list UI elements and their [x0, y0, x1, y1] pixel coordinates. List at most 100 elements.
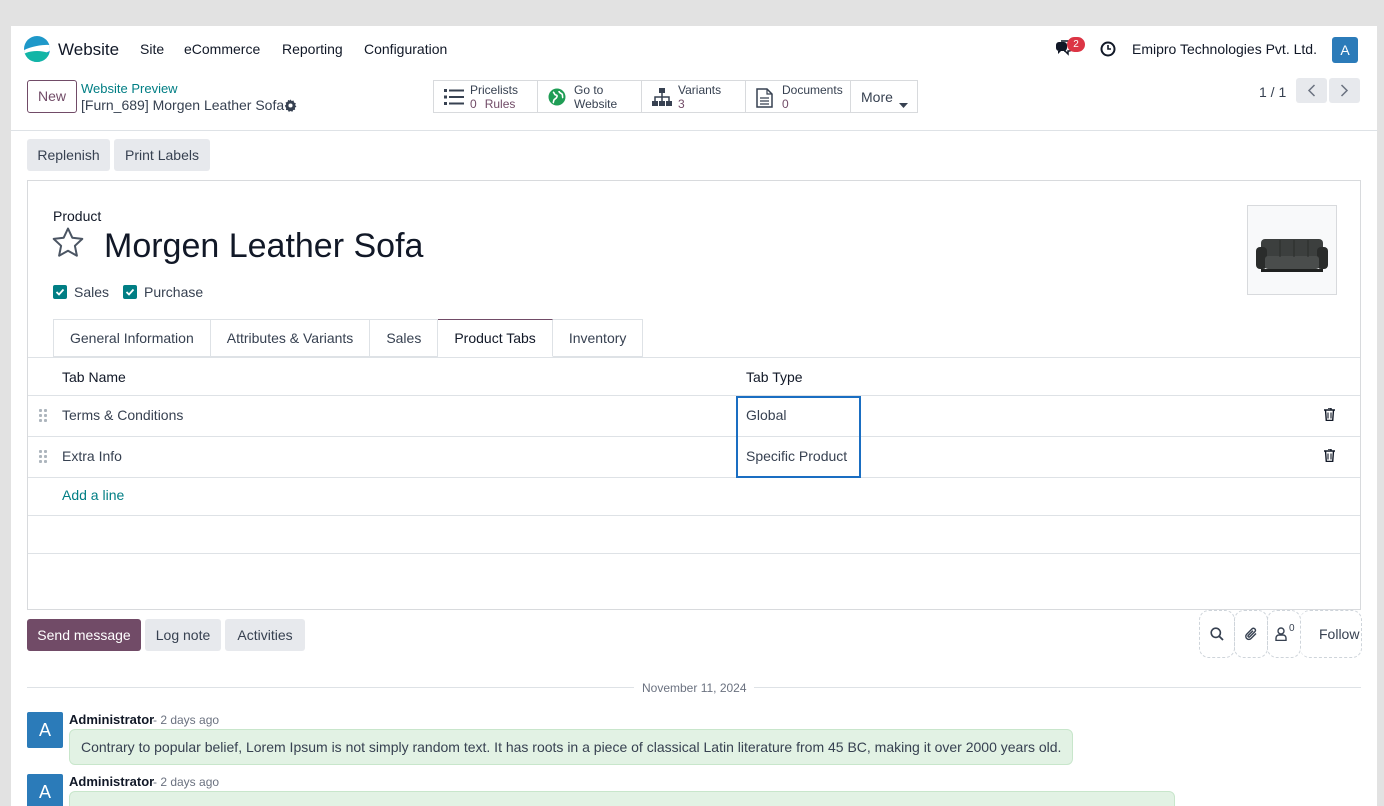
tab-name-cell[interactable]: Extra Info [62, 448, 122, 464]
paperclip-icon [1245, 627, 1257, 641]
variants-count: 3 [678, 97, 685, 111]
sales-checkbox-label[interactable]: Sales [74, 284, 109, 300]
favorite-star-icon[interactable] [52, 227, 84, 260]
send-message-button[interactable]: Send message [27, 619, 141, 651]
trash-icon[interactable] [1324, 407, 1335, 424]
pricelists-value: 0 Rules [470, 97, 515, 111]
drag-handle-icon[interactable] [39, 450, 49, 464]
user-icon [1275, 627, 1287, 641]
chevron-left-icon [1307, 84, 1316, 97]
log-note-button[interactable]: Log note [145, 619, 221, 651]
smart-buttons: Pricelists 0 Rules Go to Website Variants… [433, 80, 918, 113]
documents-label: Documents [782, 83, 843, 97]
product-image[interactable] [1247, 205, 1337, 295]
chevron-right-icon [1340, 84, 1349, 97]
column-header-tab-type[interactable]: Tab Type [746, 369, 803, 385]
search-messages-button[interactable] [1199, 610, 1235, 658]
more-button[interactable]: More [851, 81, 917, 112]
variants-button[interactable]: Variants 3 [642, 81, 746, 112]
message-bubble: Contrary to popular belief, Lorem Ipsum … [69, 729, 1074, 765]
table-header: Tab Name Tab Type [28, 358, 1360, 396]
gear-icon[interactable] [284, 99, 297, 115]
empty-row [28, 516, 1360, 554]
product-title[interactable]: Morgen Leather Sofa [104, 227, 423, 266]
go-to-website-button[interactable]: Go to Website [538, 81, 642, 112]
user-avatar[interactable]: A [1332, 37, 1358, 63]
control-panel: New Website Preview [Furn_689] Morgen Le… [11, 72, 1377, 131]
breadcrumb-record-name: [Furn_689] Morgen Leather Sofa [81, 97, 285, 113]
pricelists-button[interactable]: Pricelists 0 Rules [434, 81, 538, 112]
go-to-label: Go to [574, 83, 604, 97]
form-tabs: General Information Attributes & Variant… [53, 319, 644, 357]
pager-next-button[interactable] [1329, 78, 1360, 103]
message-bubble [69, 791, 1175, 806]
company-switcher[interactable]: Emipro Technologies Pvt. Ltd. [1132, 41, 1317, 57]
variants-label: Variants [678, 83, 722, 97]
column-header-tab-name[interactable]: Tab Name [62, 369, 126, 385]
menu-ecommerce[interactable]: eCommerce [184, 41, 260, 57]
document-icon [756, 88, 774, 111]
table-row[interactable]: Extra Info Specific Product [28, 437, 1360, 478]
attachments-button[interactable] [1234, 610, 1268, 658]
tab-sales[interactable]: Sales [370, 319, 439, 357]
search-icon [1210, 627, 1224, 641]
purchase-checkbox-label[interactable]: Purchase [144, 284, 203, 300]
menu-configuration[interactable]: Configuration [364, 41, 447, 57]
message-avatar[interactable]: A [27, 774, 63, 806]
add-a-line-link[interactable]: Add a line [62, 487, 124, 503]
message-author[interactable]: Administrator [69, 774, 154, 789]
website-logo-icon[interactable] [24, 36, 50, 62]
website-label: Website [574, 97, 618, 111]
tab-product-tabs[interactable]: Product Tabs [438, 319, 553, 357]
date-separator: November 11, 2024 [642, 681, 747, 695]
purchase-checkbox[interactable] [123, 285, 137, 299]
followers-button[interactable]: 0 [1267, 610, 1301, 658]
product-label: Product [53, 208, 102, 224]
documents-button[interactable]: Documents 0 [746, 81, 851, 112]
tab-type-highlight-box [736, 396, 861, 478]
check-icon [55, 288, 65, 296]
pricelists-label: Pricelists [470, 83, 519, 97]
breadcrumb-website-preview[interactable]: Website Preview [81, 81, 178, 96]
sitemap-icon [652, 88, 672, 109]
replenish-button[interactable]: Replenish [27, 139, 110, 171]
date-separator-line [27, 687, 634, 688]
menu-site[interactable]: Site [140, 41, 164, 57]
form-sheet: Product Morgen Leather Sofa Sales Purcha… [27, 180, 1361, 610]
drag-handle-icon[interactable] [39, 409, 49, 423]
message-time: - 2 days ago [153, 775, 220, 789]
tab-name-cell[interactable]: Terms & Conditions [62, 407, 183, 423]
sales-checkbox[interactable] [53, 285, 67, 299]
follow-button[interactable]: Follow [1319, 626, 1359, 642]
tab-general-information[interactable]: General Information [53, 319, 211, 357]
app-window: Website Site eCommerce Reporting Configu… [11, 26, 1377, 806]
pager-value[interactable]: 1 / 1 [1259, 84, 1286, 100]
tab-attributes-variants[interactable]: Attributes & Variants [210, 319, 371, 357]
sofa-image [1256, 239, 1328, 272]
check-icon [125, 288, 135, 296]
tab-inventory[interactable]: Inventory [552, 319, 644, 357]
documents-count: 0 [782, 97, 789, 111]
message-author[interactable]: Administrator [69, 712, 154, 727]
date-separator-line [754, 687, 1361, 688]
table-row[interactable]: Terms & Conditions Global [28, 396, 1360, 437]
top-navbar: Website Site eCommerce Reporting Configu… [11, 26, 1377, 72]
globe-icon [548, 88, 566, 109]
pricelists-suffix: Rules [484, 97, 516, 111]
add-line-row [28, 478, 1360, 516]
followers-count: 0 [1289, 623, 1295, 634]
pricelists-count: 0 [470, 97, 477, 111]
new-button[interactable]: New [27, 80, 77, 113]
message-time: - 2 days ago [153, 713, 220, 727]
app-name[interactable]: Website [58, 40, 119, 60]
pager-previous-button[interactable] [1296, 78, 1327, 103]
clock-icon[interactable] [1100, 41, 1116, 60]
activities-button[interactable]: Activities [225, 619, 305, 651]
message-avatar[interactable]: A [27, 712, 63, 748]
caret-down-icon [899, 95, 908, 111]
more-label: More [861, 89, 893, 105]
print-labels-button[interactable]: Print Labels [114, 139, 210, 171]
chat-count-badge: 2 [1067, 37, 1085, 52]
menu-reporting[interactable]: Reporting [282, 41, 343, 57]
trash-icon[interactable] [1324, 448, 1335, 465]
